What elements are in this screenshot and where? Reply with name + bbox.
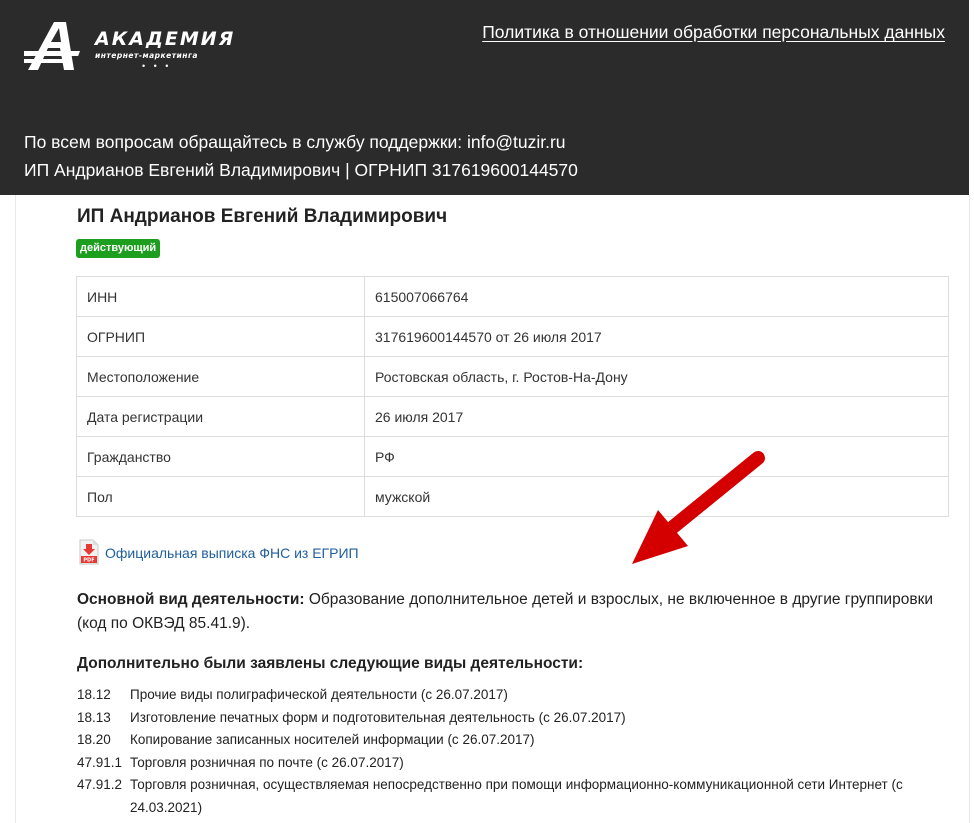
- table-row: ИНН 615007066764: [76, 276, 949, 317]
- activity-text: Изготовление печатных форм и подготовите…: [130, 709, 626, 725]
- red-arrow-icon: [632, 451, 765, 564]
- activity-code: 47.91.2: [77, 777, 123, 792]
- list-item: 18.20 Копирование записанных носителей и…: [77, 729, 957, 752]
- row-label: Гражданство: [76, 436, 365, 477]
- list-item: 18.13 Изготовление печатных форм и подго…: [77, 707, 957, 730]
- additional-activities-heading: Дополнительно были заявлены следующие ви…: [77, 655, 584, 672]
- svg-text:PDF: PDF: [83, 558, 94, 564]
- fns-extract-link[interactable]: Официальная выписка ФНС из ЕГРИП: [105, 545, 359, 561]
- logo-dots: • • •: [142, 61, 172, 71]
- table-row: ОГРНИП 317619600144570 от 26 июля 2017: [76, 316, 949, 357]
- list-item: 47.91.2 Торговля розничная, осуществляем…: [77, 774, 957, 819]
- row-label: Пол: [76, 476, 365, 517]
- list-item: 18.12 Прочие виды полиграфической деятел…: [77, 684, 957, 707]
- activity-code: 18.13: [77, 709, 111, 725]
- row-value: Ростовская область, г. Ростов-На-Дону: [364, 356, 949, 397]
- main-activity-label: Основной вид деятельности:: [77, 591, 305, 608]
- table-row: Гражданство РФ: [76, 436, 949, 477]
- table-row: Дата регистрации 26 июля 2017: [76, 396, 949, 437]
- row-value: 26 июля 2017: [364, 396, 949, 437]
- activity-text: Торговля розничная по почте (с 26.07.201…: [130, 754, 404, 770]
- company-name: ИП Андрианов Евгений Владимирович: [77, 206, 448, 227]
- activity-code: 47.91.1: [77, 754, 123, 770]
- support-contact-text: По всем вопросам обращайтесь в службу по…: [24, 132, 566, 152]
- row-label: ОГРНИП: [76, 316, 365, 357]
- logo-title: АКАДЕМИЯ: [95, 28, 236, 50]
- logo-subtitle: интернет-маркетинга: [95, 51, 198, 60]
- activity-text: Прочие виды полиграфической деятельности…: [130, 687, 508, 702]
- row-label: Местоположение: [76, 356, 365, 397]
- activity-code: 18.20: [77, 732, 111, 747]
- logo-a-icon: [24, 22, 80, 70]
- row-label: Дата регистрации: [76, 396, 365, 437]
- pdf-file-icon[interactable]: PDF: [78, 539, 100, 565]
- list-item: 47.91.1 Торговля розничная по почте (с 2…: [77, 752, 957, 775]
- table-row: Местоположение Ростовская область, г. Ро…: [76, 356, 949, 397]
- privacy-policy-link[interactable]: Политика в отношении обработки персональ…: [482, 22, 945, 43]
- company-info-table: ИНН 615007066764 ОГРНИП 317619600144570 …: [76, 276, 949, 517]
- activity-text: Торговля розничная, осуществляемая непос…: [130, 777, 903, 815]
- activity-code: 18.12: [77, 687, 111, 702]
- support-info: По всем вопросам обращайтесь в службу по…: [24, 128, 578, 184]
- row-value: 615007066764: [364, 276, 949, 317]
- table-row: Пол мужской: [76, 476, 949, 517]
- pdf-extract-row[interactable]: PDF Официальная выписка ФНС из ЕГРИП: [78, 539, 359, 565]
- academy-logo[interactable]: АКАДЕМИЯ интернет-маркетинга • • •: [24, 18, 234, 74]
- additional-activities-list: 18.12 Прочие виды полиграфической деятел…: [77, 684, 957, 819]
- activity-text: Копирование записанных носителей информа…: [130, 732, 535, 747]
- row-value: 317619600144570 от 26 июля 2017: [364, 316, 949, 357]
- site-header: АКАДЕМИЯ интернет-маркетинга • • • Полит…: [0, 0, 969, 195]
- entrepreneur-info-text: ИП Андрианов Евгений Владимирович | ОГРН…: [24, 160, 578, 180]
- row-label: ИНН: [76, 276, 365, 317]
- status-badge: действующий: [76, 239, 161, 258]
- main-activity: Основной вид деятельности: Образование д…: [77, 588, 937, 636]
